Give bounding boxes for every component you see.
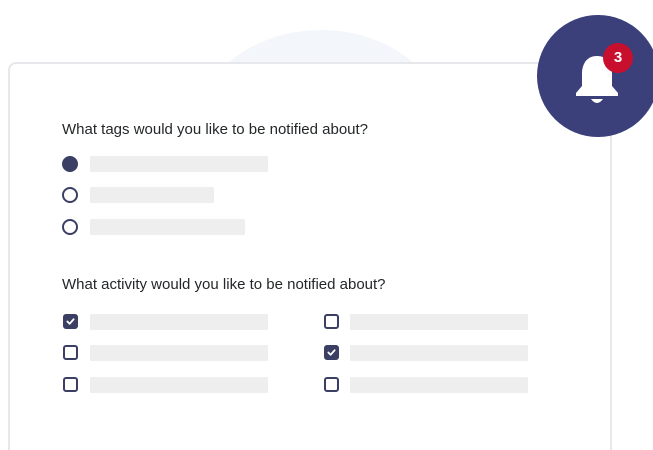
tag-radio-2[interactable]	[62, 187, 78, 203]
notification-settings-illustration: What tags would you like to be notified …	[0, 0, 653, 450]
activity-checkbox-1[interactable]	[63, 314, 78, 329]
activity-option-placeholder-2	[90, 345, 268, 361]
activity-checkbox-4[interactable]	[324, 314, 339, 329]
activity-option-placeholder-1	[90, 314, 268, 330]
activity-option-placeholder-5	[350, 345, 528, 361]
tags-question: What tags would you like to be notified …	[62, 121, 369, 138]
activity-question: What activity would you like to be notif…	[62, 276, 386, 293]
tag-option-placeholder-3	[90, 219, 245, 235]
activity-checkbox-5[interactable]	[324, 345, 339, 360]
activity-checkbox-3[interactable]	[63, 377, 78, 392]
notification-count-badge: 3	[603, 43, 633, 73]
tag-option-placeholder-2	[90, 187, 214, 203]
activity-option-placeholder-6	[350, 377, 528, 393]
activity-option-placeholder-4	[350, 314, 528, 330]
activity-checkbox-2[interactable]	[63, 345, 78, 360]
tag-option-placeholder-1	[90, 156, 268, 172]
checkmark-icon	[66, 318, 75, 325]
tag-radio-1[interactable]	[62, 156, 78, 172]
tag-radio-3[interactable]	[62, 219, 78, 235]
activity-option-placeholder-3	[90, 377, 268, 393]
activity-checkbox-6[interactable]	[324, 377, 339, 392]
checkmark-icon	[327, 349, 336, 356]
